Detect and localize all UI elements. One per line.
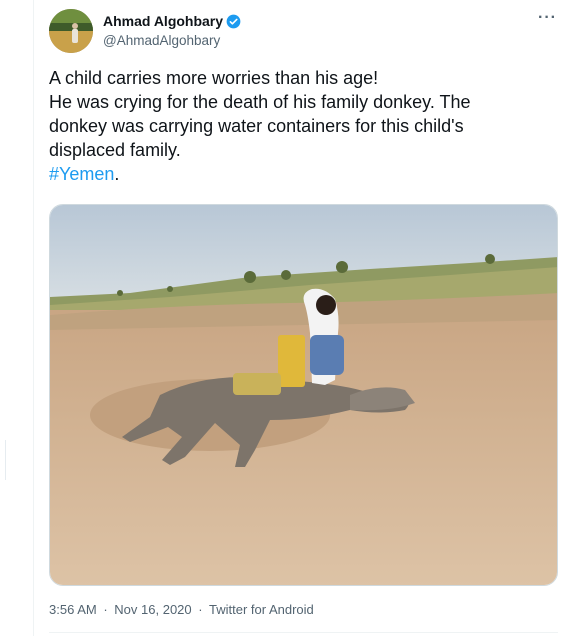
tweet-text: A child carries more worries than his ag… (49, 66, 559, 186)
divider (49, 632, 558, 633)
tweet-text-line: A child carries more worries than his ag… (49, 68, 379, 88)
avatar[interactable] (49, 9, 93, 53)
tweet-metadata: 3:56 AM · Nov 16, 2020 · Twitter for And… (49, 602, 317, 617)
tweet-text-line: displaced family. (49, 140, 181, 160)
tweet-text-line: #Yemen. (49, 162, 559, 186)
tweet-text-line: He was crying for the death of his famil… (49, 92, 471, 112)
tweet-time[interactable]: 3:56 AM (49, 602, 97, 617)
adjacent-panel-edge (0, 440, 6, 480)
tweet-source: Twitter for Android (209, 602, 314, 617)
author-row: Ahmad Algohbary (103, 13, 241, 29)
author-name[interactable]: Ahmad Algohbary (103, 13, 223, 29)
meta-separator: · (103, 602, 108, 617)
hashtag-link[interactable]: #Yemen (49, 164, 114, 184)
tweet-photo[interactable] (49, 204, 558, 586)
more-horizontal-icon[interactable]: ··· (538, 9, 557, 27)
verified-badge-icon (226, 14, 241, 28)
tweet-card: Ahmad Algohbary @AhmadAlgohbary ··· A ch… (33, 0, 573, 636)
hashtag-suffix: . (114, 164, 120, 184)
tweet-text-line: donkey was carrying water containers for… (49, 116, 464, 136)
author-handle[interactable]: @AhmadAlgohbary (103, 33, 220, 48)
tweet-date[interactable]: Nov 16, 2020 (114, 602, 191, 617)
meta-separator: · (198, 602, 203, 617)
